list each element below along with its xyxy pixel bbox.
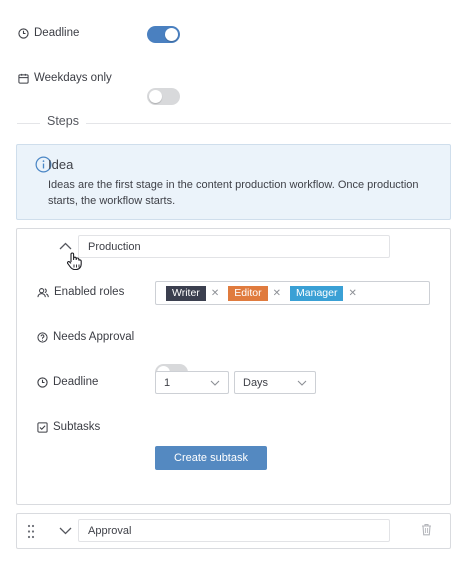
deadline-unit-value: Days xyxy=(243,376,269,389)
remove-tag-icon[interactable]: ✕ xyxy=(273,288,281,299)
clock-icon xyxy=(37,376,48,388)
hand-cursor-icon xyxy=(66,252,82,271)
deadline-label: Deadline xyxy=(34,27,80,39)
role-tag-label: Manager xyxy=(290,285,344,301)
chevron-down-icon xyxy=(297,380,307,386)
checkbox-icon xyxy=(37,421,48,433)
clock-icon xyxy=(18,27,29,39)
chevron-down-icon[interactable] xyxy=(59,527,72,535)
role-tag-writer: Writer ✕ xyxy=(166,285,219,301)
weekdays-label: Weekdays only xyxy=(34,72,112,84)
trash-icon[interactable] xyxy=(421,523,432,536)
toggle-knob xyxy=(149,90,162,103)
approval-name-value: Approval xyxy=(88,524,132,537)
enabled-roles-input[interactable]: Writer ✕ Editor ✕ Manager ✕ xyxy=(155,281,430,305)
info-title: Idea xyxy=(48,157,74,172)
step-deadline-label: Deadline xyxy=(53,376,99,388)
users-icon xyxy=(37,287,49,297)
role-tag-label: Writer xyxy=(166,285,206,301)
deadline-setting: Deadline xyxy=(18,27,79,39)
remove-tag-icon[interactable]: ✕ xyxy=(211,288,219,299)
subtasks-label-row: Subtasks xyxy=(37,421,100,433)
toggle-knob xyxy=(165,28,178,41)
needs-approval-label: Needs Approval xyxy=(53,331,135,343)
chevron-up-icon[interactable] xyxy=(59,242,72,250)
info-text: Ideas are the first stage in the content… xyxy=(48,179,419,207)
deadline-unit-select[interactable]: Days xyxy=(234,371,316,394)
step-deadline-label-row: Deadline xyxy=(37,376,98,388)
deadline-amount-select[interactable]: 1 xyxy=(155,371,229,394)
deadline-toggle[interactable] xyxy=(147,26,180,43)
calendar-icon xyxy=(18,73,29,84)
create-subtask-button[interactable]: Create subtask xyxy=(155,446,267,470)
role-tag-manager: Manager ✕ xyxy=(290,285,357,301)
needs-approval-label-row: Needs Approval xyxy=(37,331,134,343)
role-tag-label: Editor xyxy=(228,285,268,301)
production-name-value: Production xyxy=(88,240,141,253)
deadline-amount-value: 1 xyxy=(164,376,171,389)
drag-handle-icon[interactable] xyxy=(27,524,35,539)
enabled-roles-label: Enabled roles xyxy=(54,286,125,298)
subtasks-label: Subtasks xyxy=(53,421,101,433)
weekdays-toggle[interactable] xyxy=(147,88,180,105)
remove-tag-icon[interactable]: ✕ xyxy=(348,288,356,299)
create-subtask-label: Create subtask xyxy=(174,452,248,464)
production-name-input[interactable]: Production xyxy=(78,235,390,258)
question-circle-icon xyxy=(37,331,48,343)
enabled-roles-label-row: Enabled roles xyxy=(37,286,124,298)
role-tag-editor: Editor ✕ xyxy=(228,285,281,301)
steps-title: Steps xyxy=(40,114,86,128)
approval-name-input[interactable]: Approval xyxy=(78,519,390,542)
weekdays-setting: Weekdays only xyxy=(18,72,112,84)
chevron-down-icon xyxy=(210,380,220,386)
